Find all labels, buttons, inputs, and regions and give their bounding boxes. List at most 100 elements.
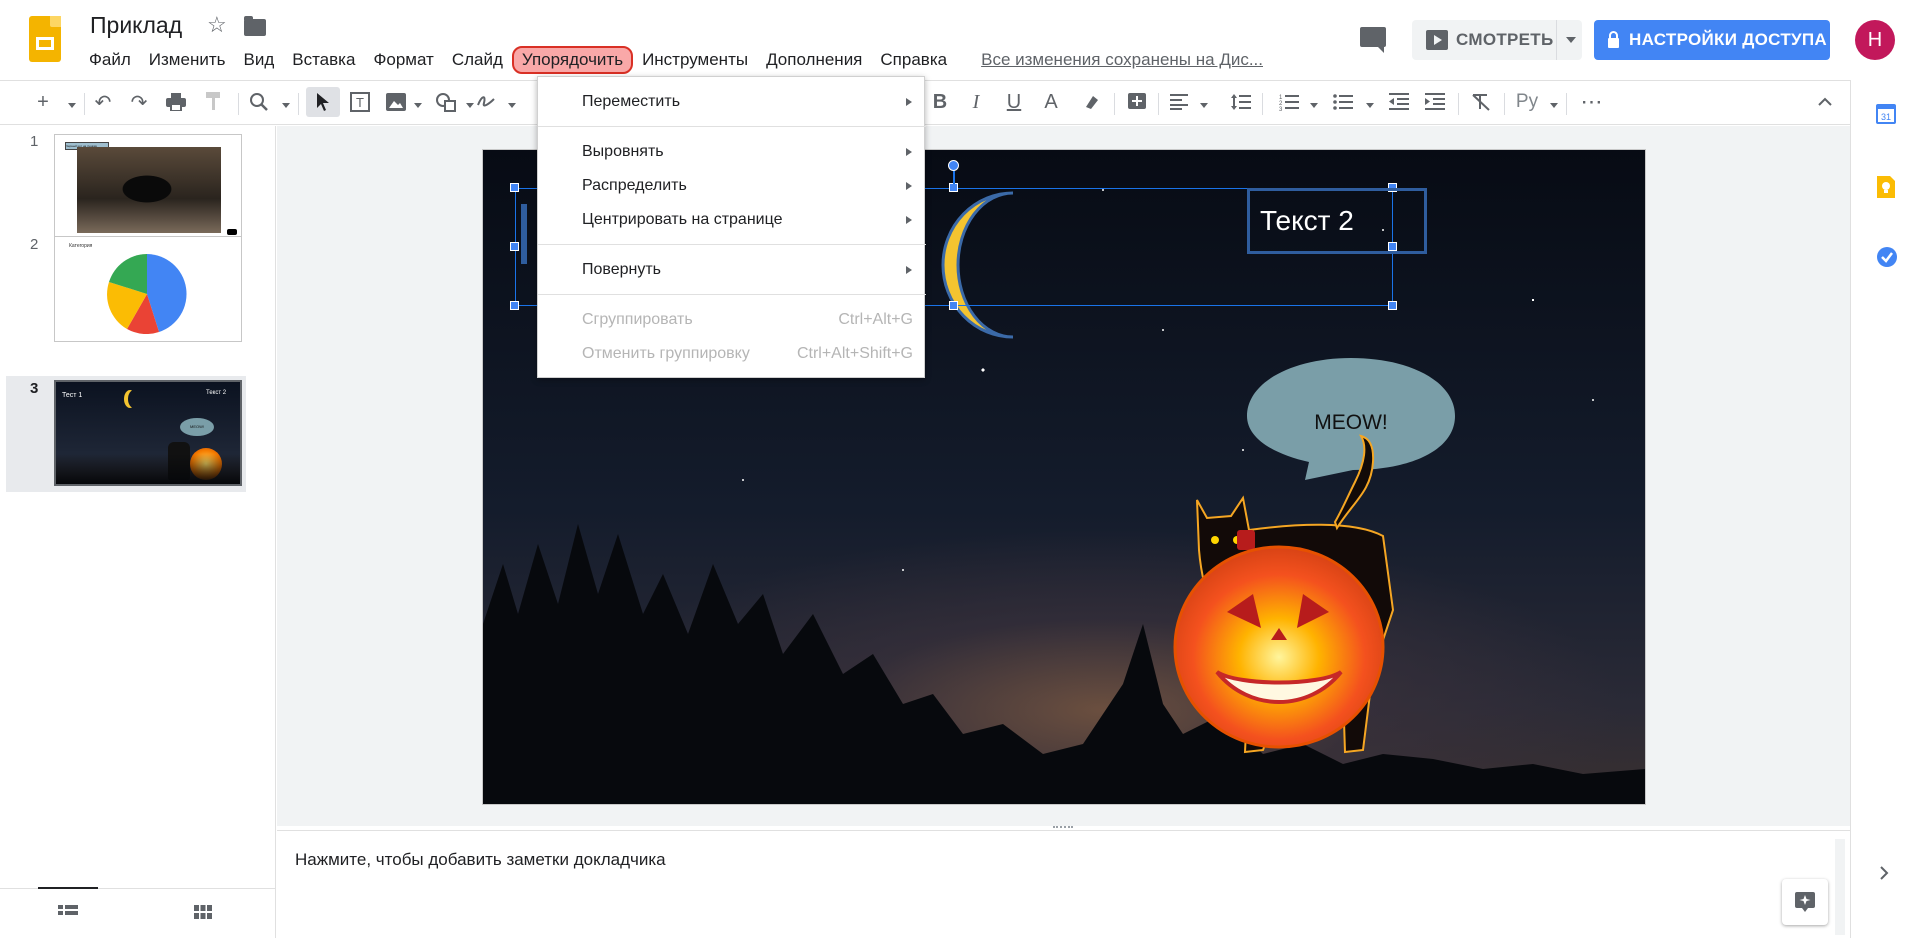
italic-icon[interactable]: I bbox=[966, 87, 986, 117]
menu-item-center-on-page[interactable]: Центрировать на странице bbox=[538, 205, 926, 235]
undo-icon[interactable]: ↶ bbox=[90, 87, 116, 117]
bulleted-list-chevron-icon[interactable] bbox=[1366, 103, 1374, 108]
zoom-icon[interactable] bbox=[246, 87, 272, 117]
present-options-chevron-icon[interactable] bbox=[1566, 37, 1576, 43]
speaker-notes-panel[interactable]: Нажмите, чтобы добавить заметки докладчи… bbox=[277, 830, 1850, 938]
align-chevron-icon[interactable] bbox=[1200, 103, 1208, 108]
slide-thumbnail-1[interactable]: Черный кот на пушках bbox=[54, 134, 242, 240]
menu-arrange[interactable]: Упорядочить bbox=[511, 46, 634, 74]
rotate-handle[interactable] bbox=[948, 160, 959, 171]
menu-item-rotate[interactable]: Повернуть bbox=[538, 255, 926, 285]
line-spacing-icon[interactable] bbox=[1228, 87, 1254, 117]
expand-panel-chevron-icon[interactable] bbox=[1879, 866, 1889, 885]
bulleted-list-icon[interactable] bbox=[1330, 87, 1356, 117]
select-cursor-icon[interactable] bbox=[306, 87, 340, 117]
language-chevron-icon[interactable] bbox=[1550, 103, 1558, 108]
jack-o-lantern-image[interactable] bbox=[1169, 532, 1389, 752]
line-chevron-icon[interactable] bbox=[508, 103, 516, 108]
numbered-list-icon[interactable]: 123 bbox=[1276, 87, 1302, 117]
menu-bar: Файл Изменить Вид Вставка Формат Слайд У… bbox=[80, 46, 1272, 74]
line-scribble-icon[interactable] bbox=[472, 87, 500, 117]
menu-edit[interactable]: Изменить bbox=[140, 46, 235, 74]
speaker-notes-placeholder[interactable]: Нажмите, чтобы добавить заметки докладчи… bbox=[295, 850, 666, 870]
resize-handle[interactable] bbox=[510, 183, 519, 192]
filmstrip-view-icon[interactable] bbox=[58, 905, 78, 924]
align-icon[interactable] bbox=[1166, 87, 1192, 117]
print-icon[interactable] bbox=[162, 87, 190, 117]
tasks-icon[interactable] bbox=[1876, 246, 1898, 273]
clear-formatting-icon[interactable] bbox=[1468, 87, 1494, 117]
decrease-indent-icon[interactable] bbox=[1386, 87, 1412, 117]
menu-file[interactable]: Файл bbox=[80, 46, 140, 74]
shape-icon[interactable] bbox=[432, 87, 460, 117]
resize-handle[interactable] bbox=[949, 183, 958, 192]
underline-icon[interactable]: U bbox=[1004, 87, 1024, 117]
account-avatar[interactable]: Н bbox=[1855, 20, 1895, 60]
new-slide-chevron-icon[interactable] bbox=[68, 103, 76, 108]
svg-text:31: 31 bbox=[1881, 112, 1891, 122]
zoom-chevron-icon[interactable] bbox=[282, 103, 290, 108]
svg-text:3: 3 bbox=[1279, 107, 1283, 111]
keep-icon[interactable] bbox=[1877, 176, 1895, 203]
menu-view[interactable]: Вид bbox=[234, 46, 283, 74]
share-button[interactable]: НАСТРОЙКИ ДОСТУПА bbox=[1594, 20, 1830, 60]
resize-handle[interactable] bbox=[510, 242, 519, 251]
text-box-2[interactable]: Текст 2 bbox=[1247, 188, 1427, 254]
thumb-trees bbox=[56, 454, 240, 484]
present-button[interactable]: СМОТРЕТЬ bbox=[1412, 20, 1582, 60]
thumb-cat-icon bbox=[227, 229, 237, 235]
menu-help[interactable]: Справка bbox=[871, 46, 956, 74]
slides-logo-icon[interactable] bbox=[29, 16, 61, 62]
redo-icon[interactable]: ↷ bbox=[126, 87, 152, 117]
paint-format-icon[interactable] bbox=[200, 87, 226, 117]
slide-number: 1 bbox=[30, 133, 39, 150]
numbered-list-chevron-icon[interactable] bbox=[1310, 103, 1318, 108]
menu-format[interactable]: Формат bbox=[364, 46, 442, 74]
menu-item-move[interactable]: Переместить bbox=[538, 87, 926, 117]
resize-handle[interactable] bbox=[510, 301, 519, 310]
menu-item-align[interactable]: Выровнять bbox=[538, 137, 926, 167]
save-status-link[interactable]: Все изменения сохранены на Дис... bbox=[972, 46, 1272, 74]
menu-slide[interactable]: Слайд bbox=[443, 46, 512, 74]
input-language-button[interactable]: Ру bbox=[1512, 87, 1542, 117]
notes-scrollbar[interactable] bbox=[1835, 839, 1845, 935]
menu-insert[interactable]: Вставка bbox=[283, 46, 364, 74]
comments-icon[interactable] bbox=[1360, 27, 1386, 53]
thumb-bubble: MEOW! bbox=[180, 418, 214, 436]
grid-view-icon[interactable] bbox=[194, 905, 212, 924]
menu-separator bbox=[538, 294, 926, 295]
menu-item-distribute[interactable]: Распределить bbox=[538, 171, 926, 201]
highlight-color-icon[interactable] bbox=[1080, 87, 1104, 117]
document-title[interactable]: Приклад bbox=[90, 12, 182, 39]
menu-tools[interactable]: Инструменты bbox=[633, 46, 757, 74]
text-box-icon[interactable]: T bbox=[346, 87, 374, 117]
toolbar-divider bbox=[1114, 93, 1115, 115]
thumb-pie-chart bbox=[107, 254, 187, 334]
collapse-toolbar-chevron-up-icon[interactable] bbox=[1812, 87, 1838, 117]
toolbar-divider bbox=[1262, 93, 1263, 115]
slide-thumbnail-3[interactable]: Тест 1 Текст 2 MEOW! bbox=[54, 380, 242, 486]
resize-handle[interactable] bbox=[949, 301, 958, 310]
notes-resize-grip[interactable] bbox=[1053, 826, 1073, 828]
text-box-1-edge bbox=[521, 204, 527, 264]
folder-icon[interactable] bbox=[244, 16, 266, 36]
toolbar-divider bbox=[1566, 93, 1567, 115]
star-icon[interactable]: ☆ bbox=[207, 12, 227, 38]
new-slide-icon[interactable]: + bbox=[30, 87, 56, 117]
resize-handle[interactable] bbox=[1388, 301, 1397, 310]
increase-indent-icon[interactable] bbox=[1422, 87, 1448, 117]
more-options-icon[interactable]: ⋯ bbox=[1578, 87, 1606, 117]
bold-icon[interactable]: B bbox=[930, 87, 950, 117]
thumb-text-2: Текст 2 bbox=[206, 390, 227, 396]
submenu-arrow-icon bbox=[906, 148, 912, 156]
calendar-icon[interactable]: 31 bbox=[1876, 104, 1896, 129]
insert-link-icon[interactable] bbox=[1124, 87, 1150, 117]
insert-image-icon[interactable] bbox=[382, 87, 410, 117]
text-color-icon[interactable]: A bbox=[1040, 87, 1062, 117]
menu-addons[interactable]: Дополнения bbox=[757, 46, 871, 74]
image-chevron-icon[interactable] bbox=[414, 103, 422, 108]
explore-button[interactable] bbox=[1782, 879, 1828, 925]
slide-number: 2 bbox=[30, 236, 39, 253]
slide-thumbnail-2[interactable]: Категория bbox=[54, 236, 242, 342]
menu-item-label: Отменить группировку bbox=[582, 345, 750, 362]
